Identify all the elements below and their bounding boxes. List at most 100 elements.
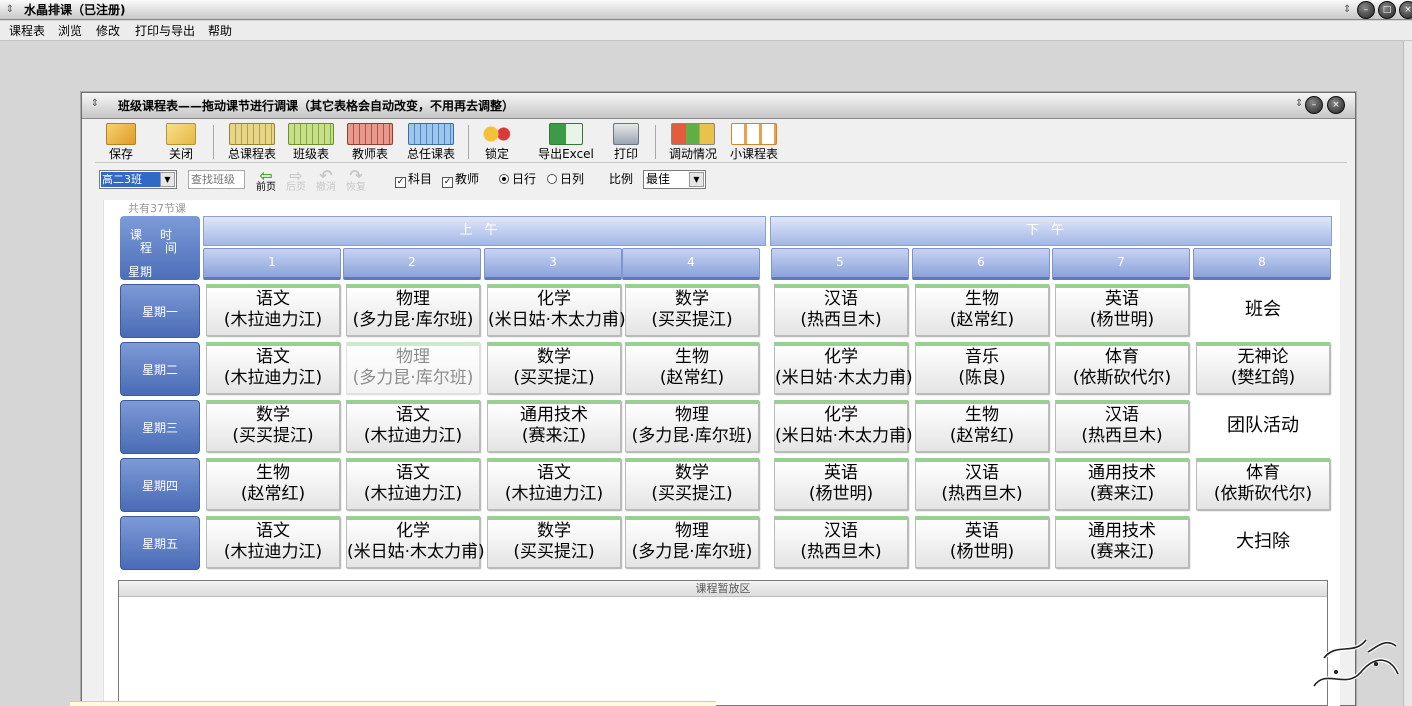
lesson-card[interactable]: 无神论 (樊红鸽) [1196,342,1330,394]
window-close-icon[interactable]: × [1327,96,1345,114]
chevron-down-icon[interactable]: ▼ [689,172,704,187]
mini-table-icon [731,123,777,145]
adjustment-status-button[interactable]: 调动情况 [664,123,722,161]
lesson-card[interactable]: 汉语 (热西旦木) [774,284,908,336]
print-button[interactable]: 打印 [606,123,646,161]
lesson-card[interactable]: 汉语 (热西旦木) [774,516,908,568]
subject-checkbox[interactable]: ✓ 科目 [395,172,432,188]
menu-edit[interactable]: 修改 [93,23,123,39]
lesson-subject: 化学 [537,289,571,309]
lesson-card[interactable]: 化学 (米日姑·木太力甫) [487,284,626,336]
vertical-scrollbar[interactable] [1403,41,1412,706]
class-search-input[interactable] [188,170,245,189]
activity-cell[interactable]: 大扫除 [1196,516,1330,568]
lesson-card[interactable]: 英语 (杨世明) [774,458,908,510]
lesson-card[interactable]: 通用技术 (赛来江) [1055,458,1189,510]
lesson-card[interactable]: 通用技术 (赛来江) [487,400,621,452]
scale-select[interactable]: 最佳 ▼ [643,170,706,189]
head-teacher-table-button[interactable]: 总任课表 [402,123,460,161]
check-icon: ✓ [395,177,406,188]
lesson-card[interactable]: 英语 (杨世明) [1055,284,1189,336]
lesson-count: 共有37节课 [128,202,186,215]
lesson-card[interactable]: 数学 (买买提江) [625,284,759,336]
close-button[interactable]: 关闭 [155,123,207,161]
lesson-staging-area[interactable]: 课程暂放区 [118,580,1328,706]
activity-cell[interactable]: 班会 [1196,284,1330,336]
lesson-card[interactable]: 物理 (多力昆·库尔班) [625,516,759,568]
options-bar: 高二3班 ▼ ⇦ 前页 ⇨ 后页 ↶ 撤消 ↷ 恢复 ✓科目 ✓教师 日行 日列… [95,168,1347,193]
lesson-card[interactable]: 通用技术 (赛来江) [1055,516,1189,568]
teacher-table-button[interactable]: 教师表 [344,123,396,161]
lesson-card[interactable]: 数学 (买买提江) [206,400,340,452]
lesson-card[interactable]: 汉语 (热西旦木) [1055,400,1189,452]
lesson-card[interactable]: 生物 (赵常红) [915,400,1049,452]
class-table-button[interactable]: 班级表 [285,123,337,161]
export-excel-button[interactable]: 导出Excel [535,123,597,161]
lesson-card[interactable]: 语文 (木拉迪力江) [346,400,480,452]
mini-schedule-button[interactable]: 小课程表 [728,123,780,161]
lesson-card[interactable]: 物理 (多力昆·库尔班) [625,400,759,452]
maximize-icon[interactable]: □ [1378,1,1396,19]
lesson-teacher: (多力昆·库尔班) [631,426,753,446]
lesson-subject: 语文 [537,463,571,483]
lesson-card[interactable]: 生物 (赵常红) [915,284,1049,336]
master-schedule-button[interactable]: 总课程表 [222,123,282,161]
lesson-card[interactable]: 语文 (木拉迪力江) [487,458,621,510]
lesson-card[interactable]: 生物 (赵常红) [206,458,340,510]
day-column-radio[interactable]: 日列 [547,172,584,186]
lesson-subject: 通用技术 [1088,463,1156,483]
lesson-card[interactable]: 数学 (买买提江) [625,458,759,510]
lesson-card[interactable]: 汉语 (热西旦木) [915,458,1049,510]
lesson-card[interactable]: 体育 (依斯砍代尔) [1055,342,1189,394]
app-restore-icon[interactable]: ⇕ [1343,3,1355,17]
lesson-card[interactable]: 化学 (米日姑·木太力甫) [346,516,485,568]
lesson-subject: 化学 [396,521,430,541]
exit-icon [166,123,196,145]
lesson-card[interactable]: 物理 (多力昆·库尔班) [346,342,480,394]
lesson-card[interactable]: 物理 (多力昆·库尔班) [346,284,480,336]
teacher-checkbox[interactable]: ✓ 教师 [442,172,479,188]
period-header-5: 5 [771,248,909,280]
close-icon[interactable]: × [1399,1,1412,19]
toolbar: 保存 关闭 总课程表 班级表 教师表 总任课表 锁定 导出Excel 打印 调动… [95,121,1347,163]
lesson-teacher: (樊红鸽) [1230,368,1296,388]
lesson-card[interactable]: 生物 (赵常红) [625,342,759,394]
lesson-subject: 语文 [256,347,290,367]
lesson-card[interactable]: 英语 (杨世明) [915,516,1049,568]
activity-cell[interactable]: 团队活动 [1196,400,1330,452]
window-restore-icon[interactable]: ⇕ [1295,98,1303,109]
redo-button[interactable]: ↷ 恢复 [342,168,370,193]
class-select[interactable]: 高二3班 ▼ [99,170,177,189]
save-button[interactable]: 保存 [95,123,147,161]
menu-browse[interactable]: 浏览 [55,23,85,39]
day-row-radio[interactable]: 日行 [499,172,536,186]
menu-print-export[interactable]: 打印与导出 [132,23,198,39]
lesson-card[interactable]: 语文 (木拉迪力江) [206,516,340,568]
lock-button[interactable]: 锁定 [476,123,518,161]
day-header: 星期五 [120,516,200,570]
lesson-card[interactable]: 数学 (买买提江) [487,516,621,568]
window-minimize-icon[interactable]: – [1305,96,1323,114]
lesson-card[interactable]: 音乐 (陈良) [915,342,1049,394]
prev-page-button[interactable]: ⇦ 前页 [252,168,280,193]
menu-help[interactable]: 帮助 [205,23,235,39]
lesson-card[interactable]: 体育 (依斯砍代尔) [1196,458,1330,510]
chevron-down-icon[interactable]: ▼ [160,172,175,187]
lesson-card[interactable]: 语文 (木拉迪力江) [346,458,480,510]
lesson-card[interactable]: 语文 (木拉迪力江) [206,284,340,336]
window-system-menu-icon[interactable]: ⇕ [88,98,102,109]
menu-schedule[interactable]: 课程表 [6,23,48,39]
undo-button[interactable]: ↶ 撤消 [312,168,340,193]
day-header: 星期一 [120,284,200,338]
lesson-card[interactable]: 化学 (米日姑·木太力甫) [774,400,913,452]
lesson-card[interactable]: 数学 (买买提江) [487,342,621,394]
app-titlebar: ⇕ 水晶排课（已注册) ⇕ – □ × [0,0,1412,20]
toolbar-separator [655,125,656,159]
lesson-card[interactable]: 化学 (米日姑·木太力甫) [774,342,913,394]
lesson-subject: 体育 [1105,347,1139,367]
minimize-icon[interactable]: – [1357,1,1375,19]
next-page-button[interactable]: ⇨ 后页 [282,168,310,193]
period-header-3: 3 [484,248,622,280]
app-system-menu-icon[interactable]: ⇕ [3,3,17,17]
lesson-card[interactable]: 语文 (木拉迪力江) [206,342,340,394]
